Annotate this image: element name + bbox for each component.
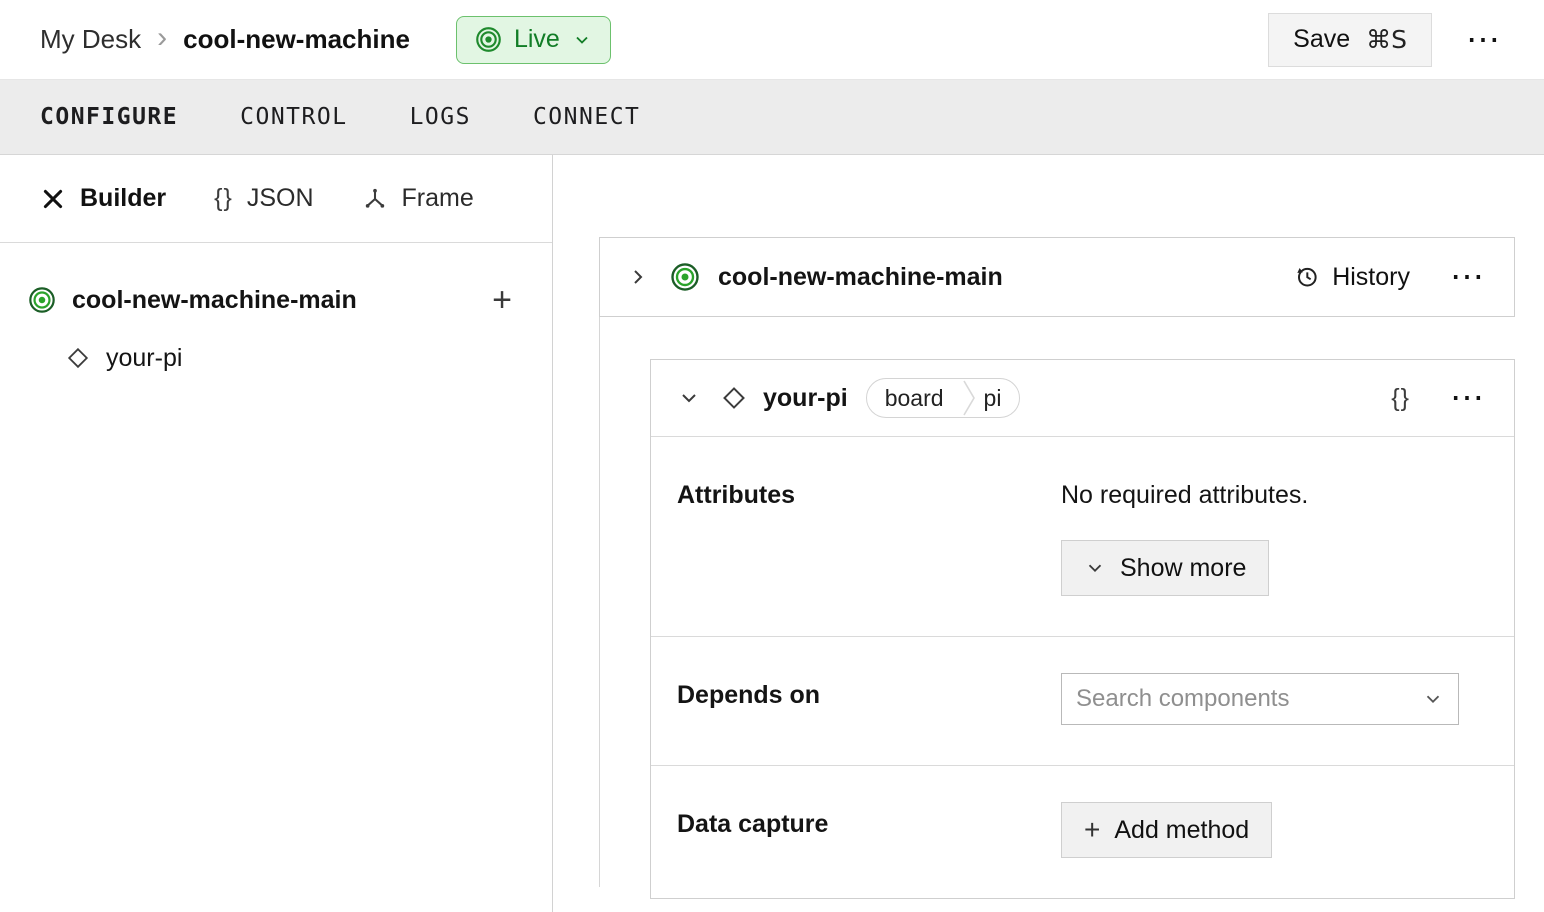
- chevron-down-icon: [1422, 688, 1444, 710]
- live-status-label: Live: [513, 25, 560, 53]
- tab-control[interactable]: CONTROL: [240, 104, 347, 130]
- add-method-label: Add method: [1114, 815, 1250, 844]
- broadcast-icon: [28, 286, 56, 314]
- component-card-header: your-pi board pi {} ⋯: [651, 360, 1514, 437]
- live-status-dropdown[interactable]: Live: [455, 15, 611, 64]
- tag-separator-icon: [962, 379, 976, 417]
- depends-on-section: Depends on: [651, 636, 1514, 765]
- chevron-down-icon: [1084, 557, 1106, 579]
- machine-card-title: cool-new-machine-main: [718, 262, 1003, 291]
- component-card: your-pi board pi {} ⋯ Attributes No requ…: [650, 359, 1515, 899]
- add-method-button[interactable]: + Add method: [1061, 802, 1273, 858]
- frame-axis-icon: [362, 186, 388, 212]
- plus-icon: +: [1084, 814, 1101, 845]
- tree-item-machine-main[interactable]: cool-new-machine-main +: [28, 273, 512, 327]
- machine-card: cool-new-machine-main History ⋯: [599, 237, 1515, 317]
- component-json-icon[interactable]: {}: [1391, 384, 1410, 413]
- mode-json-label: JSON: [246, 184, 314, 212]
- view-mode-switcher: Builder {} JSON Frame: [0, 155, 552, 243]
- braces-icon: {}: [1391, 383, 1410, 412]
- breadcrumb-current: cool-new-machine: [183, 24, 410, 54]
- tree-machine-label: cool-new-machine-main: [72, 285, 357, 314]
- data-capture-section: Data capture + Add method: [651, 765, 1514, 898]
- mode-builder-label: Builder: [80, 184, 167, 212]
- mode-json[interactable]: {} JSON: [214, 184, 313, 213]
- history-button[interactable]: History: [1294, 263, 1410, 292]
- tree-connector-line: [599, 317, 600, 887]
- diamond-icon: [721, 385, 747, 411]
- tree-item-your-pi[interactable]: your-pi: [66, 331, 512, 385]
- depends-on-label: Depends on: [677, 681, 821, 709]
- broadcast-icon: [475, 26, 502, 53]
- broadcast-icon: [670, 262, 700, 292]
- main-tabbar: CONFIGURE CONTROL LOGS CONNECT: [0, 80, 1544, 155]
- chevron-down-icon: [572, 30, 592, 50]
- breadcrumb-parent-link[interactable]: My Desk: [40, 24, 141, 55]
- component-card-overflow-icon[interactable]: ⋯: [1446, 381, 1488, 415]
- chevron-down-icon[interactable]: [677, 386, 701, 410]
- history-label: History: [1332, 262, 1410, 291]
- mode-frame[interactable]: Frame: [362, 184, 474, 213]
- show-more-button[interactable]: Show more: [1061, 540, 1270, 596]
- search-components-input[interactable]: [1076, 685, 1422, 713]
- depends-on-select[interactable]: [1061, 673, 1459, 725]
- machine-tree: cool-new-machine-main + your-pi: [0, 243, 552, 385]
- attributes-section: Attributes No required attributes. Show …: [651, 437, 1514, 636]
- tools-icon: [40, 186, 66, 212]
- tab-logs[interactable]: LOGS: [410, 104, 471, 130]
- braces-icon: {}: [214, 184, 233, 212]
- show-more-label: Show more: [1120, 553, 1247, 582]
- save-label: Save: [1293, 25, 1351, 53]
- component-model-tag: pi: [983, 384, 1002, 411]
- component-card-title: your-pi: [763, 383, 848, 412]
- top-header: My Desk › cool-new-machine Live Save ⌘S …: [0, 0, 1544, 80]
- machine-card-overflow-icon[interactable]: ⋯: [1446, 260, 1488, 294]
- add-component-button[interactable]: +: [492, 283, 512, 317]
- config-main-panel: cool-new-machine-main History ⋯ your-pi …: [553, 155, 1544, 912]
- attributes-empty-text: No required attributes.: [1061, 481, 1309, 509]
- history-clock-icon: [1294, 264, 1320, 290]
- header-overflow-menu-icon[interactable]: ⋯: [1462, 23, 1504, 57]
- attributes-label: Attributes: [677, 481, 796, 509]
- tab-configure[interactable]: CONFIGURE: [40, 104, 178, 130]
- data-capture-label: Data capture: [677, 810, 829, 838]
- breadcrumb: My Desk › cool-new-machine: [40, 20, 410, 57]
- save-shortcut: ⌘S: [1366, 25, 1407, 54]
- tree-component-label: your-pi: [106, 343, 183, 372]
- save-button[interactable]: Save ⌘S: [1268, 12, 1432, 67]
- component-type-tag: board: [884, 384, 944, 411]
- component-type-tags: board pi: [865, 378, 1021, 418]
- mode-builder[interactable]: Builder: [40, 184, 166, 213]
- chevron-right-icon[interactable]: [626, 265, 650, 289]
- config-sidebar: Builder {} JSON Frame cool-new-machine-m…: [0, 155, 553, 912]
- tab-connect[interactable]: CONNECT: [533, 104, 640, 130]
- mode-frame-label: Frame: [401, 184, 474, 212]
- diamond-icon: [66, 346, 90, 370]
- breadcrumb-separator: ›: [157, 20, 168, 54]
